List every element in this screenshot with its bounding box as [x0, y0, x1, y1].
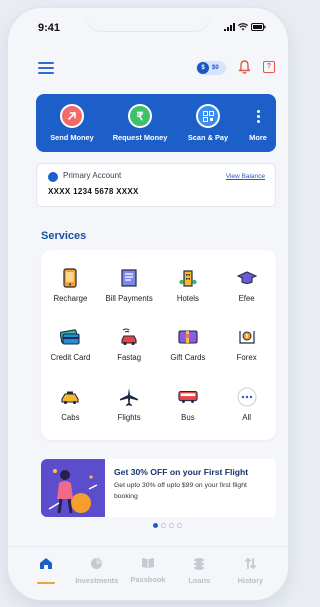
active-tab-indicator — [36, 582, 55, 584]
service-bill-payments[interactable]: Bill Payments — [100, 256, 159, 315]
battery-icon — [251, 23, 266, 31]
request-money-icon: ₹ — [128, 104, 152, 128]
graduation-cap-icon — [236, 268, 257, 288]
quick-actions-bar: Send Money ₹ Request Money Scan & Pay Mo… — [36, 94, 276, 152]
status-time: 9:41 — [38, 22, 61, 34]
coin-icon: $ — [197, 62, 209, 74]
promo-title: Get 30% OFF on your First Flight — [114, 467, 249, 477]
service-label: Gift Cards — [170, 353, 206, 363]
tab-history[interactable]: History — [225, 547, 276, 600]
service-bus[interactable]: Bus — [159, 375, 218, 434]
service-gift-cards[interactable]: Gift Cards — [159, 315, 218, 374]
send-money-icon — [60, 104, 84, 128]
service-efee[interactable]: Efee — [217, 256, 276, 315]
tab-home[interactable] — [20, 547, 71, 600]
hotel-icon — [178, 268, 198, 288]
service-label: Bus — [181, 412, 195, 422]
scan-pay-button[interactable]: Scan & Pay — [174, 94, 242, 152]
mobile-recharge-icon — [60, 268, 80, 288]
promo-illustration — [41, 459, 105, 517]
tab-loans[interactable]: Loans — [174, 547, 225, 600]
service-label: Fastag — [117, 353, 142, 363]
service-label: All — [242, 412, 251, 422]
service-credit-card[interactable]: Credit Card — [41, 315, 100, 374]
service-label: Cabs — [61, 412, 80, 422]
bill-icon — [119, 268, 139, 288]
status-bar: 9:41 — [8, 8, 288, 42]
history-icon — [244, 557, 257, 570]
services-heading: Services — [41, 230, 87, 242]
cab-icon — [60, 387, 80, 407]
passbook-icon — [142, 558, 154, 568]
carousel-dot[interactable] — [177, 523, 182, 528]
airplane-icon — [119, 387, 139, 407]
primary-account-card: Primary Account XXXX 1234 5678 XXXX View… — [36, 163, 276, 207]
carousel-indicator — [153, 523, 182, 528]
menu-icon[interactable] — [38, 62, 54, 74]
service-fastag[interactable]: Fastag — [100, 315, 159, 374]
more-button[interactable]: More — [242, 94, 274, 152]
service-label: Efee — [238, 294, 255, 304]
scan-pay-label: Scan & Pay — [187, 133, 229, 142]
phone-screen: 9:41 $ $0 ? Send Money ₹ Request Money S… — [8, 8, 288, 600]
scan-pay-icon — [196, 104, 220, 128]
tab-investments[interactable]: Investments — [71, 547, 122, 600]
request-money-label: Request Money — [112, 133, 168, 142]
service-label: Hotels — [176, 294, 199, 304]
view-balance-link[interactable]: View Balance — [226, 173, 265, 180]
coin-balance: $0 — [212, 65, 219, 71]
wifi-icon — [238, 23, 248, 31]
fastag-car-icon — [119, 327, 139, 347]
coin-balance-badge[interactable]: $ $0 — [196, 61, 226, 75]
status-icons — [224, 23, 266, 31]
service-label: Credit Card — [50, 353, 91, 363]
send-money-label: Send Money — [50, 133, 94, 142]
credit-card-icon — [60, 327, 80, 347]
tab-label: Investments — [75, 576, 119, 585]
bank-icon — [48, 172, 58, 182]
service-label: Bill Payments — [105, 294, 153, 304]
service-flights[interactable]: Flights — [100, 375, 159, 434]
tab-label: Passbook — [130, 575, 166, 584]
investments-icon — [91, 558, 103, 569]
app-header: $ $0 ? — [8, 48, 288, 84]
tab-passbook[interactable]: Passbook — [122, 547, 173, 600]
account-title: Primary Account — [63, 171, 122, 180]
gift-card-icon — [178, 327, 198, 347]
loans-icon — [194, 558, 205, 570]
service-label: Flights — [117, 412, 141, 422]
home-icon — [39, 558, 52, 569]
more-label: More — [249, 133, 267, 142]
carousel-dot[interactable] — [153, 523, 158, 528]
request-money-button[interactable]: ₹ Request Money — [106, 94, 174, 152]
service-cabs[interactable]: Cabs — [41, 375, 100, 434]
send-money-button[interactable]: Send Money — [38, 94, 106, 152]
service-recharge[interactable]: Recharge — [41, 256, 100, 315]
carousel-dot[interactable] — [169, 523, 174, 528]
bus-icon — [178, 387, 198, 407]
more-horizontal-icon — [237, 387, 257, 407]
tab-label: Loans — [188, 576, 211, 585]
flight-promo-banner[interactable]: Get 30% OFF on your First Flight Get upt… — [41, 459, 276, 517]
bell-icon[interactable] — [238, 60, 251, 74]
service-label: Recharge — [53, 294, 88, 304]
tab-label: History — [237, 576, 264, 585]
service-forex[interactable]: Forex — [217, 315, 276, 374]
help-icon[interactable]: ? — [263, 61, 275, 73]
service-label: Forex — [236, 353, 257, 363]
carousel-dot[interactable] — [161, 523, 166, 528]
service-all[interactable]: All — [217, 375, 276, 434]
account-number: XXXX 1234 5678 XXXX — [48, 187, 139, 196]
signal-icon — [224, 23, 235, 31]
services-card: Recharge Bill Payments Hotels Efee Credi… — [41, 250, 276, 440]
service-hotels[interactable]: Hotels — [159, 256, 218, 315]
forex-icon — [237, 327, 257, 347]
bottom-tab-bar: Investments Passbook Loans History — [8, 546, 288, 600]
promo-description: Get upto 30% off upto $99 on your first … — [114, 482, 247, 500]
more-icon — [256, 104, 260, 128]
